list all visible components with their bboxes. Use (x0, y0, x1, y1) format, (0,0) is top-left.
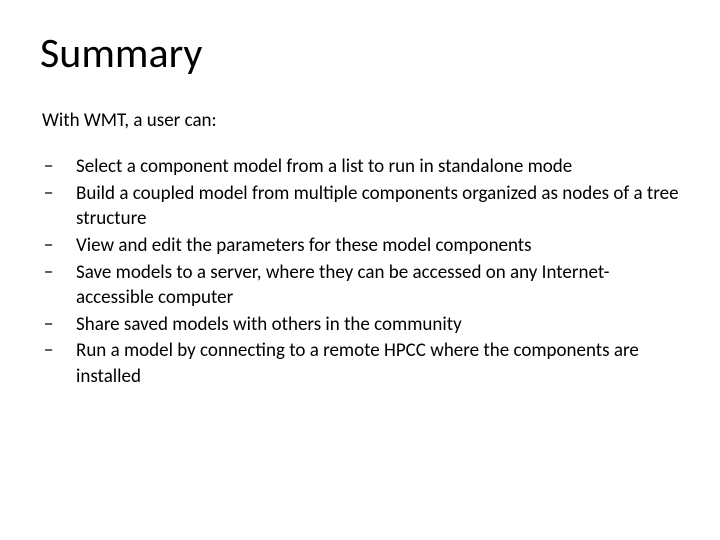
list-item: − View and edit the parameters for these… (42, 233, 680, 259)
dash-icon: − (44, 181, 53, 207)
list-item: − Run a model by connecting to a remote … (42, 338, 680, 389)
bullet-list: − Select a component model from a list t… (40, 154, 680, 390)
list-item: − Select a component model from a list t… (42, 154, 680, 180)
slide-title: Summary (40, 28, 680, 79)
list-item-text: Run a model by connecting to a remote HP… (76, 339, 639, 388)
dash-icon: − (44, 312, 53, 338)
dash-icon: − (44, 338, 53, 364)
dash-icon: − (44, 154, 53, 180)
list-item-text: Select a component model from a list to … (76, 155, 572, 178)
list-item-text: View and edit the parameters for these m… (76, 234, 532, 257)
list-item-text: Save models to a server, where they can … (76, 261, 609, 310)
dash-icon: − (44, 260, 53, 286)
list-item-text: Build a coupled model from multiple comp… (76, 182, 679, 231)
intro-text: With WMT, a user can: (42, 109, 680, 132)
list-item: − Build a coupled model from multiple co… (42, 181, 680, 232)
list-item: − Share saved models with others in the … (42, 312, 680, 338)
dash-icon: − (44, 233, 53, 259)
list-item-text: Share saved models with others in the co… (76, 313, 462, 336)
list-item: − Save models to a server, where they ca… (42, 260, 680, 311)
